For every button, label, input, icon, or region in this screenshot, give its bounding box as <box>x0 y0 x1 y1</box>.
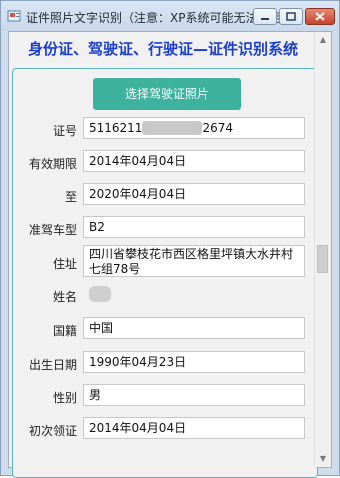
app-window: 证件照片文字识别（注意：XP系统可能无法使用） 身份证、驾驶证、行驶证—证件识别… <box>0 0 340 478</box>
scroll-down-icon[interactable]: ▼ <box>318 454 328 464</box>
gender-field[interactable]: 男 <box>83 384 305 406</box>
vehicle-class-label: 准驾车型 <box>28 223 77 237</box>
scroll-up-icon[interactable]: ▲ <box>318 35 328 45</box>
nationality-label: 国籍 <box>52 324 77 338</box>
redacted-mask <box>142 121 203 135</box>
cert-no-prefix: 5116211 <box>89 121 143 135</box>
recognition-panel: 选择驾驶证照片 证号 5116211 2674 有效期限 2014年04月04日 … <box>12 68 318 478</box>
valid-period-label: 有效期限 <box>28 157 77 171</box>
title-bar[interactable]: 证件照片文字识别（注意：XP系统可能无法使用） <box>1 1 339 31</box>
maximize-button[interactable] <box>279 8 303 25</box>
cert-no-suffix: 2674 <box>202 121 233 135</box>
address-label: 住址 <box>52 257 77 271</box>
client-area: 身份证、驾驶证、行驶证—证件识别系统 选择驾驶证照片 证号 5116211 267… <box>8 31 332 478</box>
page-title: 身份证、驾驶证、行驶证—证件识别系统 <box>27 40 298 58</box>
scroll-thumb[interactable] <box>317 245 328 273</box>
gender-label: 性别 <box>52 391 77 405</box>
nationality-field[interactable]: 中国 <box>83 317 305 339</box>
minimize-icon <box>261 18 269 20</box>
cert-no-label: 证号 <box>52 124 77 138</box>
valid-to-field[interactable]: 2020年04月04日 <box>83 183 305 205</box>
valid-to-label: 至 <box>64 190 77 204</box>
cert-no-field[interactable]: 5116211 2674 <box>83 117 305 139</box>
birth-date-label: 出生日期 <box>28 358 77 372</box>
redacted-mask <box>89 286 111 302</box>
address-field[interactable]: 四川省攀枝花市西区格里坪镇大水井村七组78号 <box>83 245 305 277</box>
maximize-icon <box>286 12 296 21</box>
vehicle-class-field[interactable]: B2 <box>83 216 305 238</box>
select-photo-button[interactable]: 选择驾驶证照片 <box>93 78 241 110</box>
name-label: 姓名 <box>52 290 77 304</box>
valid-period-field[interactable]: 2014年04月04日 <box>83 150 305 172</box>
app-icon <box>7 10 21 22</box>
close-icon <box>315 12 325 21</box>
name-field[interactable] <box>83 283 305 305</box>
birth-date-field[interactable]: 1990年04月23日 <box>83 351 305 373</box>
close-button[interactable] <box>305 8 335 25</box>
vertical-scrollbar[interactable]: ▲ ▼ <box>314 32 331 467</box>
first-issue-label: 初次领证 <box>28 424 77 438</box>
minimize-button[interactable] <box>253 8 277 25</box>
first-issue-field[interactable]: 2014年04月04日 <box>83 417 305 439</box>
